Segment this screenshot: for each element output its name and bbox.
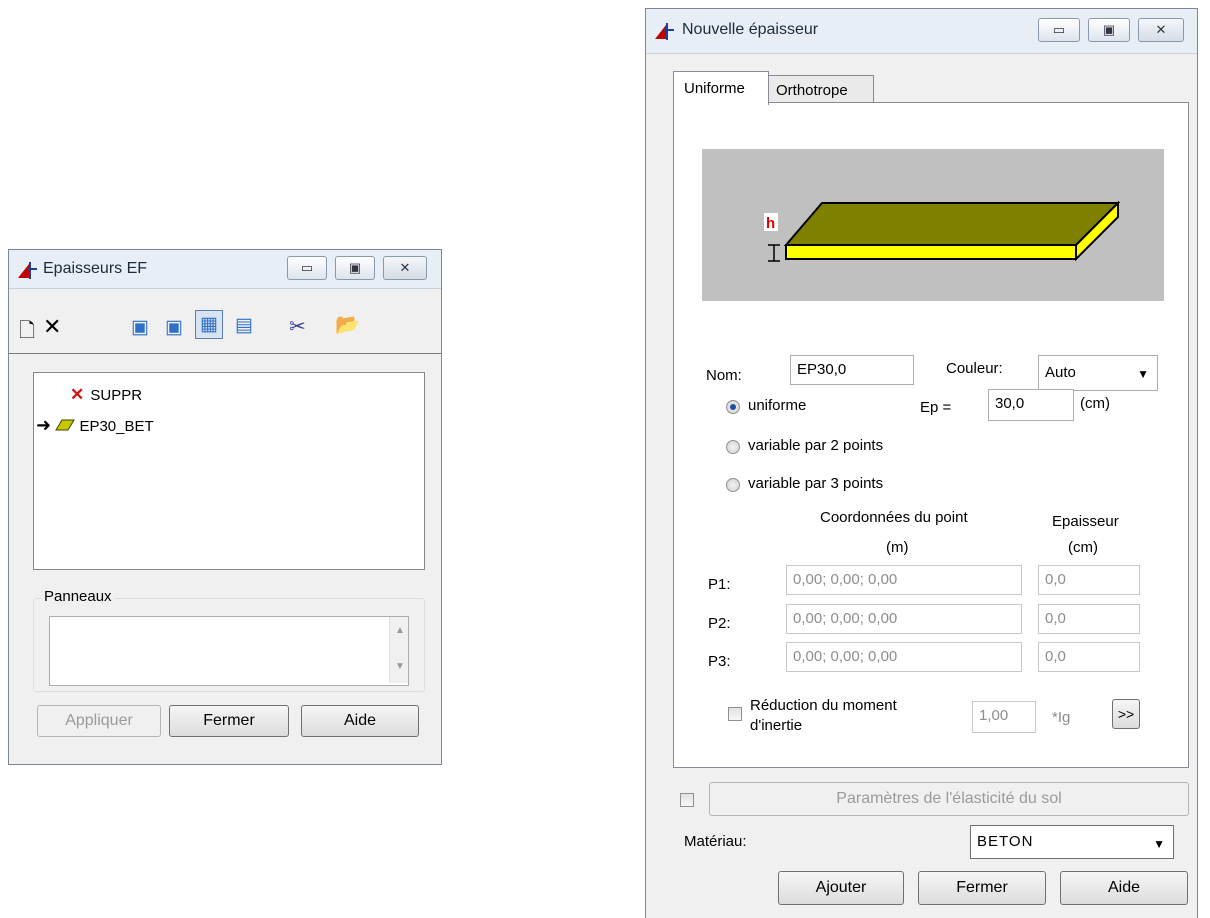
chevron-down-icon: ▼	[1153, 837, 1165, 851]
title-bar[interactable]: Nouvelle épaisseur ▭ ▣ ✕	[646, 9, 1197, 54]
toolbar-divider	[9, 353, 441, 354]
window-title: Nouvelle épaisseur	[682, 21, 819, 38]
reduction-label-2: d'inertie	[750, 717, 803, 734]
ep-input[interactable]: 30,0	[988, 389, 1074, 421]
reduction-input[interactable]: 1,00	[972, 701, 1036, 733]
tab-label: Uniforme	[684, 80, 745, 97]
reduction-label: Réduction du moment	[750, 697, 897, 714]
nouvelle-epaisseur-window: Nouvelle épaisseur ▭ ▣ ✕ Uniforme Orthot…	[645, 8, 1198, 918]
point-label: P2:	[708, 615, 731, 632]
tab-uniforme[interactable]: Uniforme	[673, 71, 769, 105]
radio-variable-3-points[interactable]	[726, 478, 740, 492]
chevron-down-icon: ▼	[1137, 367, 1149, 381]
maximize-button[interactable]: ▣	[1088, 18, 1130, 42]
small-icons-view-icon[interactable]: ▣	[165, 316, 183, 339]
coord-header: Coordonnées du point	[820, 509, 968, 526]
tab-label: Orthotrope	[776, 82, 848, 99]
list-item-label: SUPPR	[90, 387, 143, 404]
point-label: P1:	[708, 576, 731, 593]
couleur-label: Couleur:	[946, 360, 1003, 377]
new-document-icon[interactable]: 🗋	[19, 316, 35, 350]
apply-button[interactable]: Appliquer	[37, 705, 161, 737]
list-item-label: EP30_BET	[79, 418, 154, 435]
couleur-select[interactable]: Auto ▼	[1038, 355, 1158, 391]
app-icon	[655, 23, 674, 40]
epaisseurs-ef-window: Epaisseurs EF ▭ ▣ ✕ 🗋 ✕ ▣ ▣ ▦ ▤ ✂ 📂 ✕ SU…	[8, 249, 442, 765]
delete-icon[interactable]: ✕	[43, 314, 61, 340]
help-button[interactable]: Aide	[1060, 871, 1188, 905]
add-button[interactable]: Ajouter	[778, 871, 904, 905]
open-folder-icon[interactable]: 📂	[335, 312, 360, 337]
list-view-icon[interactable]: ▦	[195, 310, 223, 339]
app-icon	[18, 262, 37, 279]
radio-variable-3-label: variable par 3 points	[748, 475, 884, 492]
close-button[interactable]: ✕	[1138, 18, 1184, 42]
p2-thickness-input[interactable]: 0,0	[1038, 604, 1140, 634]
material-select[interactable]: BETON ▼	[970, 825, 1174, 859]
scroll-up-icon[interactable]: ▲	[395, 625, 405, 636]
list-item[interactable]: ➜ EP30_BET	[36, 415, 154, 436]
scroll-down-icon[interactable]: ▼	[395, 661, 405, 672]
soil-elasticity-button[interactable]: Paramètres de l'élasticité du sol	[709, 782, 1189, 816]
radio-uniforme[interactable]	[726, 400, 740, 414]
ep-label: Ep =	[920, 399, 952, 416]
large-icons-view-icon[interactable]: ▣	[131, 316, 149, 339]
close-dialog-button[interactable]: Fermer	[169, 705, 289, 737]
couleur-value: Auto	[1045, 364, 1076, 381]
radio-uniforme-label: uniforme	[748, 397, 807, 414]
radio-variable-2-points[interactable]	[726, 440, 740, 454]
thickness-list[interactable]: ✕ SUPPR ➜ EP30_BET	[33, 372, 425, 570]
material-label: Matériau:	[684, 833, 747, 850]
radio-variable-2-label: variable par 2 points	[748, 437, 884, 454]
scrollbar[interactable]: ▲ ▼	[389, 617, 408, 683]
p1-thickness-input[interactable]: 0,0	[1038, 565, 1140, 595]
title-bar[interactable]: Epaisseurs EF ▭ ▣ ✕	[9, 250, 441, 289]
p3-coords-input[interactable]: 0,00; 0,00; 0,00	[786, 642, 1022, 672]
minimize-button[interactable]: ▭	[1038, 18, 1080, 42]
thickness-header: Epaisseur	[1052, 513, 1119, 530]
help-button[interactable]: Aide	[301, 705, 419, 737]
coord-unit: (m)	[886, 539, 909, 556]
minimize-button[interactable]: ▭	[287, 256, 327, 280]
panneaux-listbox[interactable]: ▲ ▼	[49, 616, 409, 686]
nom-input[interactable]: EP30,0	[790, 355, 914, 385]
more-options-button[interactable]: >>	[1112, 699, 1140, 729]
window-title: Epaisseurs EF	[43, 260, 148, 277]
scissors-icon[interactable]: ✂	[289, 314, 306, 339]
height-label: h	[766, 215, 775, 232]
p3-thickness-input[interactable]: 0,0	[1038, 642, 1140, 672]
point-label: P3:	[708, 653, 731, 670]
close-dialog-button[interactable]: Fermer	[918, 871, 1046, 905]
nom-label: Nom:	[706, 367, 742, 384]
reduction-unit: *Ig	[1052, 709, 1071, 726]
close-button[interactable]: ✕	[383, 256, 427, 280]
reduction-checkbox[interactable]	[728, 707, 742, 721]
red-x-icon: ✕	[70, 385, 85, 404]
soil-checkbox[interactable]	[680, 793, 694, 807]
maximize-button[interactable]: ▣	[335, 256, 375, 280]
ep-unit: (cm)	[1080, 395, 1110, 412]
p2-coords-input[interactable]: 0,00; 0,00; 0,00	[786, 604, 1022, 634]
thickness-plate-icon	[55, 419, 76, 431]
details-view-icon[interactable]: ▤	[235, 314, 253, 337]
current-arrow-icon: ➜	[36, 415, 52, 435]
thickness-diagram: h	[702, 149, 1164, 301]
thickness-unit: (cm)	[1068, 539, 1098, 556]
list-item[interactable]: ✕ SUPPR	[70, 385, 142, 405]
material-value: BETON	[977, 833, 1034, 850]
tab-panel: h Nom: EP30,0 Couleur: Auto ▼ uniforme E…	[673, 102, 1189, 768]
p1-coords-input[interactable]: 0,00; 0,00; 0,00	[786, 565, 1022, 595]
tab-orthotrope[interactable]: Orthotrope	[768, 75, 874, 103]
panneaux-label: Panneaux	[41, 588, 115, 605]
